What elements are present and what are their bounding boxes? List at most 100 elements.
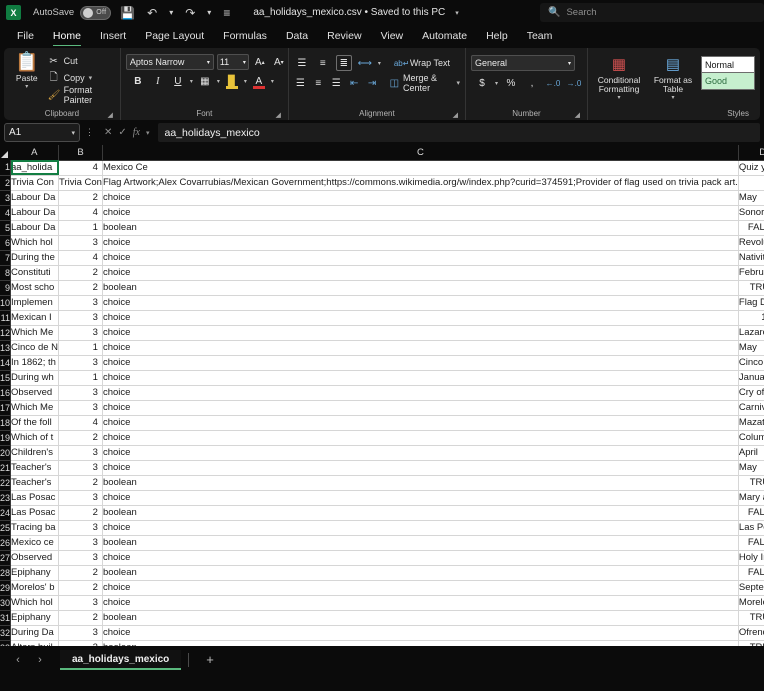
- cell-A25[interactable]: Tracing ba: [10, 520, 60, 536]
- fill-color-icon[interactable]: ▉: [224, 73, 240, 89]
- increase-indent-button[interactable]: ⇥: [366, 75, 379, 91]
- row-header-22[interactable]: 22: [0, 475, 11, 491]
- cell-C14[interactable]: choice: [102, 355, 739, 371]
- column-header-a[interactable]: A: [10, 145, 60, 161]
- row-header-15[interactable]: 15: [0, 370, 11, 386]
- align-left-button[interactable]: ☰: [294, 75, 307, 91]
- cell-D8[interactable]: February: [738, 265, 764, 281]
- cell-B1[interactable]: 4: [58, 160, 103, 176]
- cell-B29[interactable]: 2: [58, 580, 103, 596]
- row-header-11[interactable]: 11: [0, 310, 11, 326]
- cell-B16[interactable]: 3: [58, 385, 103, 401]
- comma-style-button[interactable]: ,: [524, 75, 540, 91]
- tab-page-layout[interactable]: Page Layout: [136, 27, 213, 46]
- cell-D22[interactable]: TRUE: [738, 475, 764, 491]
- row-header-30[interactable]: 30: [0, 595, 11, 611]
- autosave-toggle[interactable]: Off: [80, 5, 112, 20]
- cell-B13[interactable]: 1: [58, 340, 103, 356]
- increase-decimal-icon[interactable]: ←.0: [545, 75, 561, 91]
- cell-C23[interactable]: choice: [102, 490, 739, 506]
- cell-C1[interactable]: Mexico Ce: [102, 160, 739, 176]
- cell-D23[interactable]: Mary and: [738, 490, 764, 506]
- cell-B8[interactable]: 2: [58, 265, 103, 281]
- cell-C12[interactable]: choice: [102, 325, 739, 341]
- row-header-14[interactable]: 14: [0, 355, 11, 371]
- cell-D32[interactable]: Ofrendas: [738, 625, 764, 641]
- cell-A28[interactable]: Epiphany: [10, 565, 60, 581]
- cell-D24[interactable]: FALSE: [738, 505, 764, 521]
- format-painter-button[interactable]: 🖌 Format Painter: [48, 85, 115, 105]
- column-header-b[interactable]: B: [58, 145, 103, 161]
- cell-D10[interactable]: Flag Day: [738, 295, 764, 311]
- cell-C6[interactable]: choice: [102, 235, 739, 251]
- cell-A8[interactable]: Constituti: [10, 265, 60, 281]
- row-header-27[interactable]: 27: [0, 550, 11, 566]
- cell-D29[interactable]: Septembe: [738, 580, 764, 596]
- cell-D26[interactable]: FALSE: [738, 535, 764, 551]
- conditional-formatting-chevron-down-icon[interactable]: ▾: [617, 95, 620, 101]
- row-header-17[interactable]: 17: [0, 400, 11, 416]
- cell-C22[interactable]: boolean: [102, 475, 739, 491]
- cell-A24[interactable]: Las Posac: [10, 505, 60, 521]
- cell-D27[interactable]: Holy Innoc: [738, 550, 764, 566]
- align-right-button[interactable]: ☰: [330, 75, 343, 91]
- tab-insert[interactable]: Insert: [91, 27, 135, 46]
- row-header-18[interactable]: 18: [0, 415, 11, 431]
- cell-A30[interactable]: Which hol: [10, 595, 60, 611]
- cell-A21[interactable]: Teacher's: [10, 460, 60, 476]
- cell-B9[interactable]: 2: [58, 280, 103, 296]
- chevron-left-icon[interactable]: ‹: [8, 650, 28, 670]
- cell-C15[interactable]: choice: [102, 370, 739, 386]
- cell-D21[interactable]: May: [738, 460, 764, 476]
- cell-C26[interactable]: boolean: [102, 535, 739, 551]
- number-format-chevron-down-icon[interactable]: ▾: [568, 60, 571, 67]
- cell-A2[interactable]: Trivia Con: [10, 175, 60, 191]
- cell-C21[interactable]: choice: [102, 460, 739, 476]
- cell-D16[interactable]: Cry of Dolo: [738, 385, 764, 401]
- row-header-1[interactable]: 1: [0, 160, 11, 176]
- cell-A9[interactable]: Most scho: [10, 280, 60, 296]
- cell-D28[interactable]: FALSE: [738, 565, 764, 581]
- cell-D19[interactable]: Columbus: [738, 430, 764, 446]
- cell-C13[interactable]: choice: [102, 340, 739, 356]
- italic-button[interactable]: I: [150, 73, 166, 89]
- cell-style-normal[interactable]: Normal: [701, 56, 755, 73]
- cancel-icon[interactable]: ✕: [104, 127, 112, 138]
- cell-C28[interactable]: boolean: [102, 565, 739, 581]
- row-header-29[interactable]: 29: [0, 580, 11, 596]
- cell-A14[interactable]: In 1862; th: [10, 355, 60, 371]
- cell-B22[interactable]: 2: [58, 475, 103, 491]
- cell-B7[interactable]: 4: [58, 250, 103, 266]
- paste-button[interactable]: 📋 Paste ▾: [9, 51, 45, 91]
- accounting-format-button[interactable]: $: [474, 75, 490, 91]
- font-name-chevron-down-icon[interactable]: ▾: [207, 59, 210, 66]
- cell-A13[interactable]: Cinco de N: [10, 340, 60, 356]
- tab-view[interactable]: View: [372, 27, 413, 46]
- cell-C3[interactable]: choice: [102, 190, 739, 206]
- cell-B23[interactable]: 3: [58, 490, 103, 506]
- cell-B31[interactable]: 2: [58, 610, 103, 626]
- row-header-26[interactable]: 26: [0, 535, 11, 551]
- cell-A3[interactable]: Labour Da: [10, 190, 60, 206]
- underline-chevron-down-icon[interactable]: ▾: [190, 78, 193, 85]
- grow-font-button[interactable]: A ▴: [252, 54, 268, 70]
- cell-A4[interactable]: Labour Da: [10, 205, 60, 221]
- cell-D12[interactable]: Lazaro Ca: [738, 325, 764, 341]
- cell-D25[interactable]: Las Posac: [738, 520, 764, 536]
- cell-C10[interactable]: choice: [102, 295, 739, 311]
- cell-D33[interactable]: TRUE: [738, 640, 764, 646]
- tab-review[interactable]: Review: [318, 27, 370, 46]
- tab-help[interactable]: Help: [477, 27, 517, 46]
- copy-dropdown-icon[interactable]: ▾: [89, 74, 93, 82]
- format-as-table-chevron-down-icon[interactable]: ▾: [671, 95, 674, 101]
- cell-B32[interactable]: 3: [58, 625, 103, 641]
- merge-center-chevron-down-icon[interactable]: ▾: [457, 79, 461, 87]
- font-size-chevron-down-icon[interactable]: ▾: [243, 59, 246, 66]
- merge-center-button[interactable]: ◫ Merge & Center ▾: [390, 73, 461, 93]
- cell-B14[interactable]: 3: [58, 355, 103, 371]
- cell-C17[interactable]: choice: [102, 400, 739, 416]
- align-top-button[interactable]: ☰: [294, 55, 310, 71]
- cell-B21[interactable]: 3: [58, 460, 103, 476]
- cell-C8[interactable]: choice: [102, 265, 739, 281]
- cell-B30[interactable]: 3: [58, 595, 103, 611]
